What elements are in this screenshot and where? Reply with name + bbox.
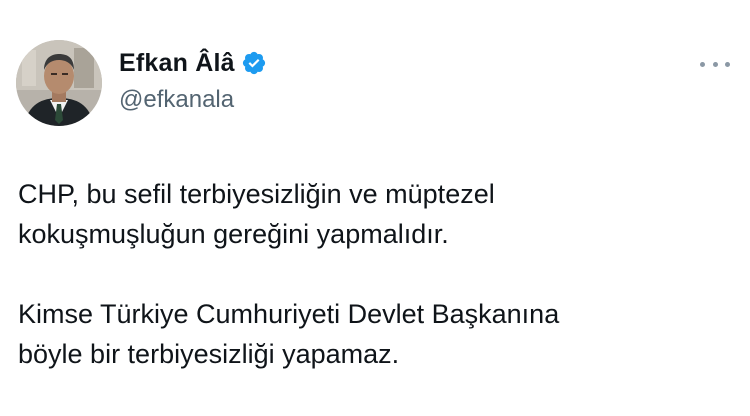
more-dot (712, 61, 718, 67)
tweet-line: böyle bir terbiyesizliği yapamaz. (18, 339, 400, 369)
display-name[interactable]: Efkan Âlâ (119, 49, 235, 78)
author-handle[interactable]: @efkanala (119, 86, 234, 114)
author-name-row: Efkan Âlâ (119, 46, 267, 80)
tweet-line: CHP, bu sefil terbiyesizliğin ve müpteze… (18, 179, 495, 209)
more-dot (725, 61, 730, 67)
tweet-line: Kimse Türkiye Cumhuriyeti Devlet Başkanı… (18, 299, 560, 329)
tweet-card: Efkan Âlâ @efkanala CHP, bu sefil terbiy… (0, 0, 750, 416)
tweet-paragraph: Kimse Türkiye Cumhuriyeti Devlet Başkanı… (18, 294, 733, 374)
tweet-paragraph: CHP, bu sefil terbiyesizliğin ve müpteze… (18, 174, 733, 254)
tweet-line: kokuşmuşluğun gereğini yapmalıdır. (18, 219, 449, 249)
tweet-text: CHP, bu sefil terbiyesizliğin ve müpteze… (18, 174, 733, 374)
verified-badge-icon (241, 50, 267, 76)
more-horizontal-icon[interactable] (700, 54, 730, 74)
avatar[interactable] (16, 40, 102, 126)
more-dot (700, 61, 705, 67)
